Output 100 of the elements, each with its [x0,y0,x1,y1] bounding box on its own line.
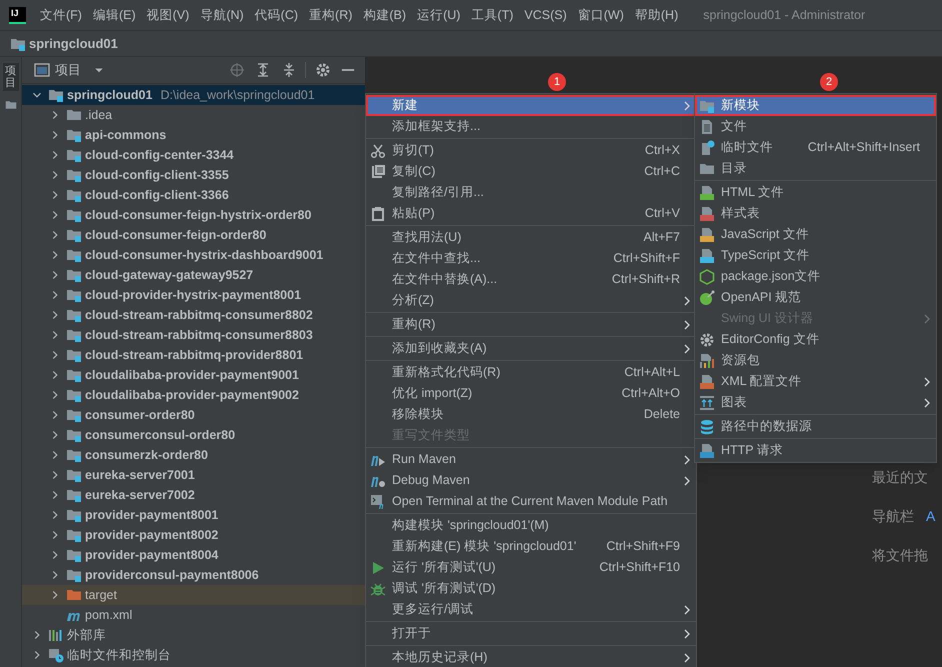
tree-row[interactable]: provider-payment8004 [22,545,365,565]
tree-row[interactable]: cloud-gateway-gateway9527 [22,265,365,285]
menu-item[interactable]: 在文件中替换(A)... Ctrl+Shift+R [366,269,696,290]
tree-row[interactable]: cloud-provider-hystrix-payment8001 [22,285,365,305]
menu-item[interactable]: JavaScript 文件 [695,224,936,245]
menu-item[interactable]: 资源包 [695,350,936,371]
menu-item[interactable]: 添加框架支持... [366,116,696,137]
tree-row[interactable]: cloud-stream-rabbitmq-consumer8802 [22,305,365,325]
menu-item[interactable]: 查找用法(U) Alt+F7 [366,227,696,248]
menu-item[interactable]: 重新构建(E) 模块 'springcloud01' Ctrl+Shift+F9 [366,536,696,557]
tree-row[interactable]: cloud-consumer-hystrix-dashboard9001 [22,245,365,265]
tree-row[interactable]: providerconsul-payment8006 [22,565,365,585]
tree-row[interactable]: 外部库 [22,625,365,645]
menu-item[interactable]: 运行(U) [412,6,466,24]
menu-item[interactable]: 窗口(W) [572,6,629,24]
menu-item[interactable]: 路径中的数据源 [695,416,936,437]
tree-row[interactable]: cloudalibaba-provider-payment9002 [22,385,365,405]
tree-row[interactable]: api-commons [22,125,365,145]
tree-row[interactable]: cloudalibaba-provider-payment9001 [22,365,365,385]
menu-item[interactable]: 打开于 [366,623,696,644]
tree-row[interactable]: cloud-config-center-3344 [22,145,365,165]
menu-item[interactable]: 编辑(E) [88,6,141,24]
menu-item[interactable]: 运行 '所有测试'(U) Ctrl+Shift+F10 [366,557,696,578]
menu-item[interactable]: 文件(F) [35,6,87,24]
menu-item[interactable]: 更多运行/调试 [366,599,696,620]
menu-item[interactable]: 帮助(H) [630,6,684,24]
tree-row[interactable]: provider-payment8001 [22,505,365,525]
tree-row[interactable]: .idea [22,105,365,125]
folder-icon [66,587,82,603]
menu-item[interactable]: 在文件中查找... Ctrl+Shift+F [366,248,696,269]
tree-label: eureka-server7002 [85,486,195,504]
menu-item[interactable]: 粘贴(P) Ctrl+V [366,203,696,224]
menu-item[interactable]: 工具(T) [466,6,518,24]
diagram-icon [699,394,715,410]
menu-item[interactable]: 剪切(T) Ctrl+X [366,140,696,161]
module-folder-icon [66,567,82,583]
menu-item[interactable]: 调试 '所有测试'(D) [366,578,696,599]
menu-item[interactable]: 添加到收藏夹(A) [366,338,696,359]
settings-icon [315,62,331,78]
menu-item[interactable]: 移除模块 Delete [366,404,696,425]
menu-item[interactable]: 构建模块 'springcloud01'(M) [366,515,696,536]
menu-item[interactable]: 目录 [695,158,936,179]
module-folder-icon [66,547,82,563]
tree-row[interactable]: cloud-consumer-feign-order80 [22,225,365,245]
menu-item[interactable]: 视图(V) [142,6,194,24]
menu-item[interactable]: Run Maven [366,449,696,470]
menu-item[interactable]: HTML 文件 [695,182,936,203]
menu-item[interactable]: Open Terminal at the Current Maven Module Path [366,491,696,512]
menu-item[interactable]: TypeScript 文件 [695,245,936,266]
library-icon [48,627,64,643]
tree-row[interactable]: provider-payment8002 [22,525,365,545]
tree-row[interactable]: springcloud01 D:\idea_work\springcloud01 [22,85,365,105]
menu-item[interactable]: 样式表 [695,203,936,224]
menu-item[interactable]: Debug Maven [366,470,696,491]
menu-item[interactable]: 临时文件 Ctrl+Alt+Shift+Insert [695,137,936,158]
menu-item[interactable]: 导航(N) [195,6,249,24]
menu-item[interactable]: OpenAPI 规范 [695,287,936,308]
tree-row[interactable]: consumerconsul-order80 [22,425,365,445]
menu-item[interactable]: 重构(R) [304,6,358,24]
menu-item[interactable]: 复制(C) Ctrl+C [366,161,696,182]
menu-item[interactable]: VCS(S) [519,6,572,24]
menu-item[interactable]: EditorConfig 文件 [695,329,936,350]
menu-item[interactable]: 构建(B) [358,6,412,24]
menu-item[interactable]: 文件 [695,116,936,137]
tree-row[interactable]: pom.xml [22,605,365,625]
tree-row[interactable]: cloud-config-client-3355 [22,165,365,185]
menu-item[interactable]: package.json文件 [695,266,936,287]
tree-row[interactable]: eureka-server7001 [22,465,365,485]
tree-row[interactable]: eureka-server7002 [22,485,365,505]
tree-label: cloud-stream-rabbitmq-consumer8803 [85,326,313,344]
breadcrumb[interactable]: springcloud01 [29,34,118,54]
menu-item[interactable]: 图表 [695,392,936,413]
menu-item[interactable]: 新建 [366,95,696,116]
tree-label: cloud-config-center-3344 [85,146,234,164]
tree-row[interactable]: consumerzk-order80 [22,445,365,465]
menu-item[interactable]: 分析(Z) [366,290,696,311]
tree-row[interactable]: cloud-config-client-3366 [22,185,365,205]
tree-row[interactable]: target [22,585,365,605]
project-tab[interactable]: 项目 [2,63,18,92]
module-folder-icon [66,207,82,223]
menu-item[interactable]: XML 配置文件 [695,371,936,392]
menu-item[interactable]: 本地历史记录(H) [366,647,696,667]
tree-row[interactable]: 临时文件和控制台 [22,645,365,665]
menu-item[interactable]: HTTP 请求 [695,440,936,461]
path-label: D:\idea_work\springcloud01 [160,86,315,104]
menu-item[interactable]: 重新格式化代码(R) Ctrl+Alt+L [366,362,696,383]
module-folder-icon [66,347,82,363]
module-folder-icon [66,507,82,523]
menu-item[interactable]: 复制路径/引用... [366,182,696,203]
menu-item[interactable]: 优化 import(Z) Ctrl+Alt+O [366,383,696,404]
tree-label: api-commons [85,126,166,144]
module-folder-icon [66,147,82,163]
panel-title[interactable]: 项目 [55,60,81,80]
menu-item[interactable]: 新模块 [695,95,936,116]
tree-row[interactable]: cloud-stream-rabbitmq-consumer8803 [22,325,365,345]
menu-item[interactable]: 重构(R) [366,314,696,335]
menu-item[interactable]: 代码(C) [250,6,304,24]
tree-row[interactable]: cloud-consumer-feign-hystrix-order80 [22,205,365,225]
tree-row[interactable]: consumer-order80 [22,405,365,425]
tree-row[interactable]: cloud-stream-rabbitmq-provider8801 [22,345,365,365]
